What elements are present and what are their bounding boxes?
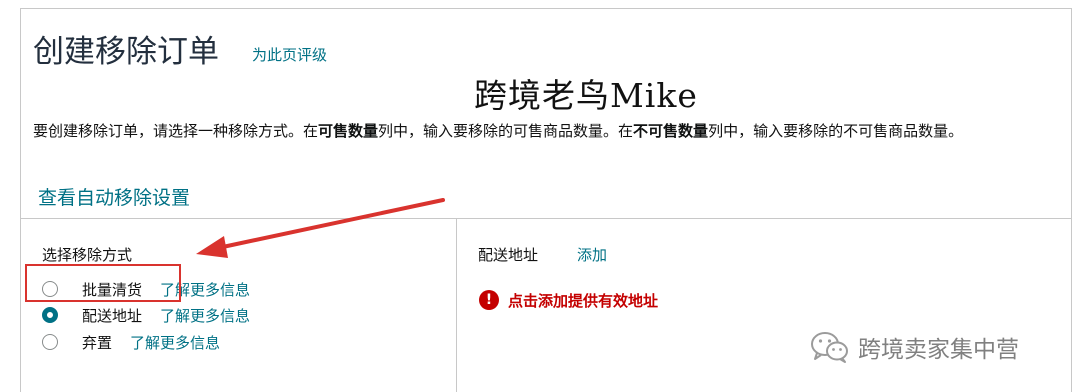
annotation-highlight-box bbox=[25, 264, 181, 302]
auto-removal-settings-link[interactable]: 查看自动移除设置 bbox=[38, 185, 190, 211]
option-label-dispose: 弃置 bbox=[82, 333, 113, 352]
section-divider-horizontal bbox=[20, 218, 1072, 219]
instructions-part-3: 列中，输入要移除的不可售商品数量。 bbox=[708, 122, 964, 140]
option-label-ship: 配送地址 bbox=[82, 306, 143, 325]
instructions-text: 要创建移除订单，请选择一种移除方式。在可售数量列中，输入要移除的可售商品数量。在… bbox=[33, 120, 963, 142]
shipping-address-label: 配送地址 bbox=[478, 246, 539, 264]
learn-more-link-dispose[interactable]: 了解更多信息 bbox=[130, 332, 220, 353]
removal-option-ship[interactable]: 配送地址 了解更多信息 bbox=[42, 304, 250, 326]
radio-ship-selected[interactable] bbox=[42, 307, 58, 323]
wechat-account-name: 跨境卖家集中营 bbox=[858, 337, 1019, 363]
address-error-message: ! 点击添加提供有效地址 bbox=[479, 289, 658, 311]
address-error-text: 点击添加提供有效地址 bbox=[508, 291, 659, 310]
radio-dispose[interactable] bbox=[42, 334, 58, 350]
add-address-link[interactable]: 添加 bbox=[577, 245, 607, 265]
wechat-icon bbox=[811, 332, 848, 363]
instructions-part-1: 要创建移除订单，请选择一种移除方式。在 bbox=[33, 122, 319, 140]
watermark-text: 跨境老鸟Mike bbox=[474, 76, 698, 115]
exclamation-icon: ! bbox=[479, 290, 499, 310]
instructions-bold-sellable: 可售数量 bbox=[318, 122, 379, 140]
learn-more-link-ship[interactable]: 了解更多信息 bbox=[160, 305, 250, 326]
wechat-watermark: 跨境卖家集中营 bbox=[810, 330, 1019, 364]
removal-option-dispose[interactable]: 弃置 了解更多信息 bbox=[42, 331, 220, 353]
instructions-bold-unsellable: 不可售数量 bbox=[633, 122, 709, 140]
removal-method-label: 选择移除方式 bbox=[42, 246, 133, 264]
instructions-part-2: 列中，输入要移除的可售商品数量。在 bbox=[378, 122, 634, 140]
page-title: 创建移除订单 bbox=[33, 34, 219, 70]
rate-page-link[interactable]: 为此页评级 bbox=[252, 45, 327, 65]
section-divider-vertical bbox=[456, 218, 457, 392]
